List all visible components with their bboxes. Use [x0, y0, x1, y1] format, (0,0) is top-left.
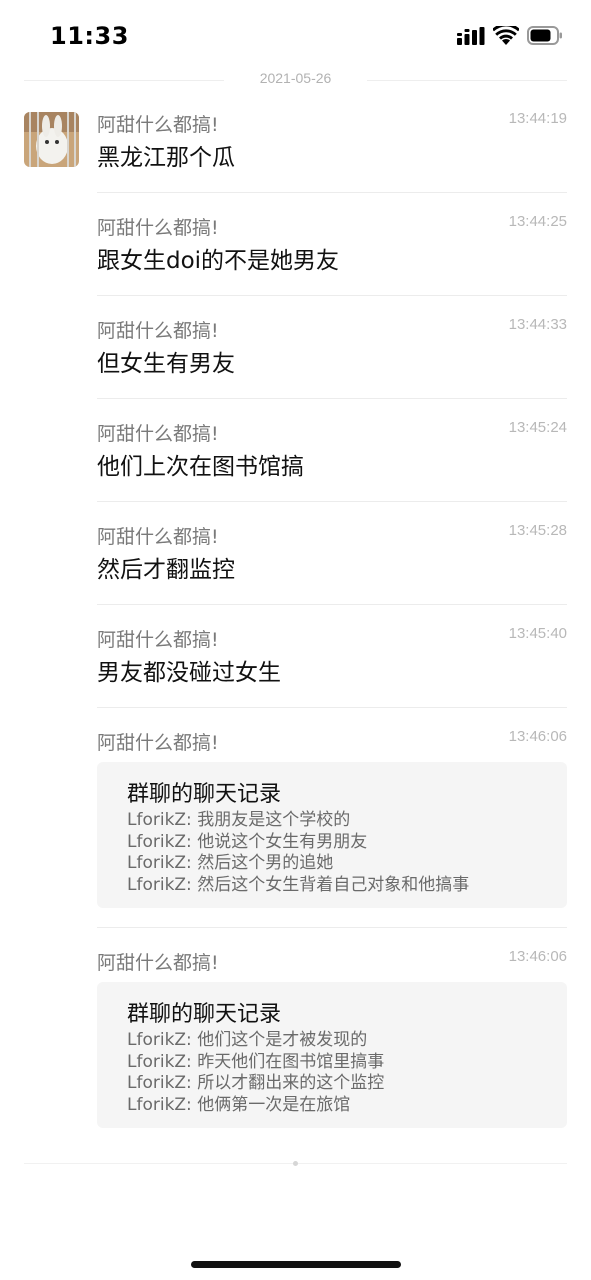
message-item[interactable]: 阿甜什么都搞! 13:45:40 男友都没碰过女生	[97, 625, 567, 686]
message-item: 阿甜什么都搞! 13:46:06 群聊的聊天记录 LforikZ: 他们这个是才…	[97, 948, 567, 1128]
battery-icon	[527, 26, 562, 45]
status-time: 11:33	[50, 22, 129, 50]
message-text: 男友都没碰过女生	[97, 660, 281, 686]
sender-name: 阿甜什么都搞!	[97, 952, 219, 974]
date-separator-line-right	[367, 80, 567, 81]
message-text: 但女生有男友	[97, 351, 235, 377]
chat-record-line: LforikZ: 然后这个男的追她	[127, 853, 334, 873]
message-time: 13:45:40	[508, 625, 567, 642]
sender-name: 阿甜什么都搞!	[97, 217, 219, 239]
divider	[97, 192, 567, 193]
message-item[interactable]: 阿甜什么都搞! 13:44:19 黑龙江那个瓜	[97, 110, 567, 171]
message-time: 13:46:06	[508, 728, 567, 745]
sender-name: 阿甜什么都搞!	[97, 320, 219, 342]
divider	[97, 707, 567, 708]
message-item[interactable]: 阿甜什么都搞! 13:44:25 跟女生doi的不是她男友	[97, 213, 567, 274]
chat-record-line: LforikZ: 我朋友是这个学校的	[127, 810, 351, 830]
sender-name: 阿甜什么都搞!	[97, 732, 219, 754]
chat-record-preview: LforikZ: 我朋友是这个学校的 LforikZ: 他说这个女生有男朋友 L…	[127, 810, 469, 896]
message-text: 他们上次在图书馆搞	[97, 454, 304, 480]
divider	[97, 398, 567, 399]
chat-record-line: LforikZ: 昨天他们在图书馆里搞事	[127, 1051, 385, 1072]
sender-name: 阿甜什么都搞!	[97, 629, 219, 651]
sender-name: 阿甜什么都搞!	[97, 526, 219, 548]
message-time: 13:44:19	[508, 110, 567, 127]
status-icons	[457, 26, 563, 45]
date-separator: 2021-05-26	[24, 70, 567, 90]
chat-record-card[interactable]: 群聊的聊天记录 LforikZ: 他们这个是才被发现的 LforikZ: 昨天他…	[97, 982, 567, 1128]
divider	[97, 295, 567, 296]
sender-name: 阿甜什么都搞!	[97, 423, 219, 445]
message-text: 黑龙江那个瓜	[97, 145, 235, 171]
sender-name: 阿甜什么都搞!	[97, 114, 219, 136]
message-time: 13:45:28	[508, 522, 567, 539]
chat-record-title: 群聊的聊天记录	[127, 1002, 282, 1027]
message-time: 13:44:33	[508, 316, 567, 333]
chat-record-line: LforikZ: 他俩第一次是在旅馆	[127, 1094, 351, 1115]
message-time: 13:45:24	[508, 419, 567, 436]
message-time: 13:44:25	[508, 213, 567, 230]
divider	[97, 604, 567, 605]
cellular-signal-icon	[457, 26, 485, 45]
chat-record-line: LforikZ: 他们这个是才被发现的	[127, 1030, 368, 1050]
wifi-icon	[493, 26, 519, 45]
message-time: 13:46:06	[508, 948, 567, 965]
avatar[interactable]	[24, 112, 79, 167]
chat-record-card[interactable]: 群聊的聊天记录 LforikZ: 我朋友是这个学校的 LforikZ: 他说这个…	[97, 762, 567, 908]
message-item[interactable]: 阿甜什么都搞! 13:45:24 他们上次在图书馆搞	[97, 419, 567, 480]
divider	[97, 501, 567, 502]
chat-record-preview: LforikZ: 他们这个是才被发现的 LforikZ: 昨天他们在图书馆里搞事…	[127, 1030, 384, 1116]
chat-record-line: LforikZ: 然后这个女生背着自己对象和他搞事	[127, 874, 470, 895]
chat-record-title: 群聊的聊天记录	[127, 782, 282, 807]
date-label: 2021-05-26	[259, 70, 332, 86]
home-indicator[interactable]	[191, 1261, 401, 1268]
status-bar: 11:33	[0, 0, 591, 72]
message-item[interactable]: 阿甜什么都搞! 13:44:33 但女生有男友	[97, 316, 567, 377]
message-text: 跟女生doi的不是她男友	[97, 248, 340, 274]
message-text: 然后才翻监控	[97, 557, 235, 583]
message-item: 阿甜什么都搞! 13:46:06 群聊的聊天记录 LforikZ: 我朋友是这个…	[97, 728, 567, 908]
end-dot	[293, 1161, 298, 1166]
chat-record-line: LforikZ: 所以才翻出来的这个监控	[127, 1073, 385, 1093]
divider	[97, 927, 567, 928]
chat-record-line: LforikZ: 他说这个女生有男朋友	[127, 831, 368, 852]
message-item[interactable]: 阿甜什么都搞! 13:45:28 然后才翻监控	[97, 522, 567, 583]
